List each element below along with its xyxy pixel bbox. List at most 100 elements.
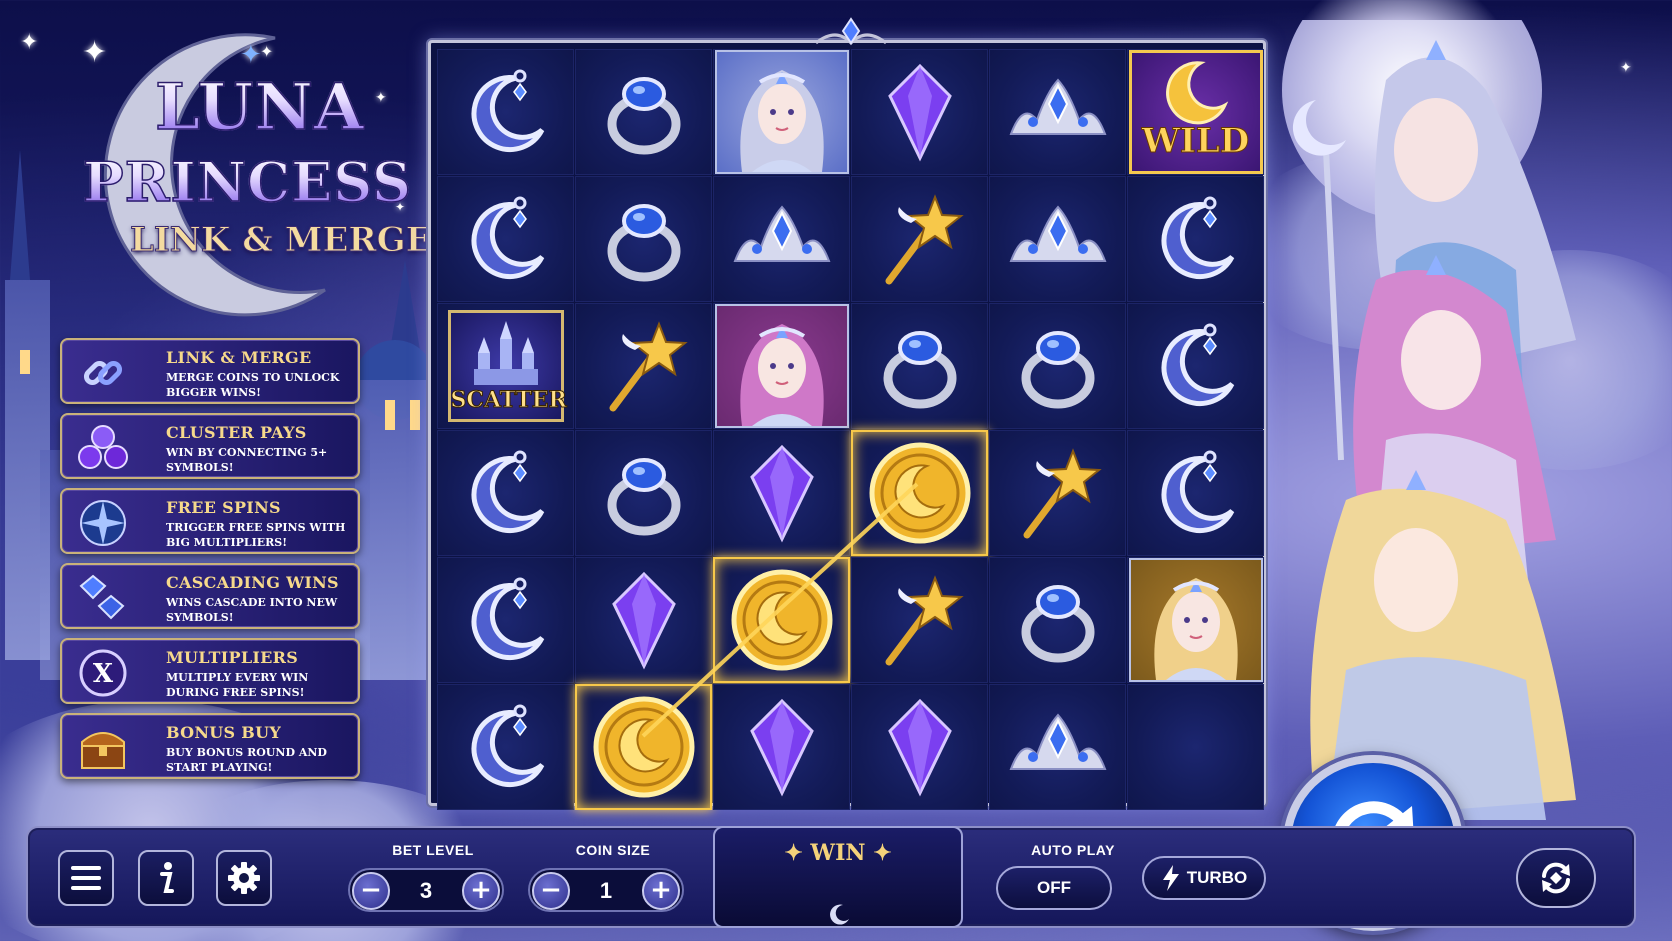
turbo-button[interactable]: TURBO [1142, 856, 1266, 900]
hamburger-icon [71, 866, 101, 890]
crescent-moon-icon [830, 904, 849, 925]
feature-desc: WIN BY CONNECTING 5+ SYMBOLS! [166, 446, 328, 474]
sapphire-ring-icon [607, 77, 680, 155]
win-display: ✦ WIN ✦ [713, 826, 963, 928]
star-wand-icon [1023, 448, 1102, 539]
auto-spin-button[interactable] [1516, 848, 1596, 908]
crescent-moon-symbol-icon [1161, 450, 1234, 533]
autoplay-toggle[interactable]: OFF [996, 866, 1112, 910]
purple-crystal-icon [611, 571, 676, 670]
bet-level-decrease-button[interactable]: − [352, 872, 390, 910]
reel-cell-tiara [989, 49, 1126, 175]
turbo-label: TURBO [1186, 868, 1248, 887]
win-label: ✦ WIN ✦ [784, 840, 892, 866]
reel-cell-moon [437, 176, 574, 302]
tiara-icon [733, 205, 830, 262]
purple-crystal-icon [887, 63, 952, 162]
game-logo: LUNA PRINCESS LINK & MERGE ✦ [55, 20, 432, 320]
bet-level-increase-button[interactable]: + [462, 872, 500, 910]
gear-icon [228, 862, 260, 894]
crescent-moon-symbol-icon [471, 196, 544, 279]
feature-bonus-buy: BONUS BUY BUY BONUS ROUND AND START PLAY… [60, 713, 360, 779]
lightning-icon [1162, 865, 1179, 891]
tiara-icon [1009, 78, 1106, 135]
princess-gold-icon [1128, 558, 1263, 682]
feature-desc: TRIGGER FREE SPINS WITH BIG MULTIPLIERS! [166, 521, 346, 549]
star-wand-icon [885, 575, 964, 666]
wild-symbol: WILD [1128, 50, 1263, 174]
logo-line-1: LUNA [154, 69, 365, 146]
gold-moon-coin-icon [869, 442, 970, 544]
reel-cell-ring [989, 303, 1126, 429]
feature-multipliers: X MULTIPLIERS MULTIPLY EVERY WIN DURING … [60, 638, 360, 704]
settings-button[interactable] [216, 850, 272, 906]
coin-size-decrease-button[interactable]: − [532, 872, 570, 910]
bet-level-stepper: − 3 + [348, 868, 504, 912]
reel-cell-moon [437, 49, 574, 175]
reel-cell-ring [575, 49, 712, 175]
reel-cell-crystal [851, 684, 988, 810]
feature-cluster-pays: CLUSTER PAYS WIN BY CONNECTING 5+ SYMBOL… [60, 413, 360, 479]
coin-size-label: COIN SIZE [575, 842, 651, 858]
scatter-label: SCATTER [450, 387, 567, 414]
star-wand-icon [609, 321, 688, 412]
reel-cell-crystal [713, 430, 850, 556]
gem-star-icon: ✦ [240, 40, 262, 70]
logo-line-2: PRINCESS [82, 149, 413, 215]
autoplay-label: AUTO PLAY [1031, 842, 1115, 858]
feature-desc: WINS CASCADE INTO NEW SYMBOLS! [166, 596, 338, 624]
cascading-gems-icon [76, 571, 130, 625]
reel-cell-wand [851, 557, 988, 683]
bet-level-value: 3 [419, 878, 433, 903]
reel-cell-crystal [575, 557, 712, 683]
reel-cell-moon [437, 684, 574, 810]
reel-cell-wand [989, 430, 1126, 556]
feature-cascading-wins: CASCADING WINS WINS CASCADE INTO NEW SYM… [60, 563, 360, 629]
castle-icon [473, 321, 538, 385]
tiara-icon [1009, 713, 1106, 770]
purple-crystal-icon [887, 698, 952, 797]
control-bar: BET LEVEL − 3 + COIN SIZE − 1 + ✦ WIN ✦ … [26, 826, 1636, 928]
reel-cell-moon [1127, 176, 1264, 302]
crescent-moon-symbol-icon [471, 577, 544, 660]
sapphire-ring-icon [1021, 585, 1094, 663]
sapphire-ring-icon [883, 331, 956, 409]
crescent-moon-symbol-icon [471, 69, 544, 152]
reel-cell-tiara [713, 176, 850, 302]
reel-cell-coin [851, 430, 988, 556]
reel-cell-moon [437, 557, 574, 683]
princess-pink-icon [714, 304, 849, 428]
purple-crystal-icon [749, 444, 814, 543]
gold-moon-coin-icon [731, 569, 832, 671]
reel-cell-tiara [989, 684, 1126, 810]
info-icon [160, 862, 174, 893]
chain-link-icon [76, 346, 130, 400]
gold-moon-coin-icon [593, 696, 694, 798]
sapphire-ring-icon [607, 458, 680, 536]
refresh-icon [1542, 862, 1570, 894]
feature-free-spins: FREE SPINS TRIGGER FREE SPINS WITH BIG M… [60, 488, 360, 554]
sapphire-ring-icon [607, 204, 680, 282]
wild-label: WILD [1141, 121, 1250, 162]
reel-cell-tiara [989, 176, 1126, 302]
treasure-chest-icon [76, 721, 130, 775]
reel-cell-ring [575, 176, 712, 302]
reel-cell-moon [1127, 303, 1264, 429]
feature-title: CLUSTER PAYS [166, 423, 307, 442]
reel-cell-wand [575, 303, 712, 429]
reel-cell-scatter: SCATTER [437, 303, 574, 429]
feature-title: MULTIPLIERS [166, 648, 299, 667]
purple-crystal-icon [749, 698, 814, 797]
coin-size-increase-button[interactable]: + [642, 872, 680, 910]
info-button[interactable] [138, 850, 194, 906]
reel-grid-frame: WILD SCATTER [428, 17, 1266, 810]
reel-cell-moon [437, 430, 574, 556]
compass-star-icon [76, 496, 130, 550]
reel-cell-ring [989, 557, 1126, 683]
crescent-moon-icon [1165, 61, 1228, 125]
feature-desc: MERGE COINS TO UNLOCK BIGGER WINS! [166, 371, 340, 399]
crescent-moon-symbol-icon [1161, 196, 1234, 279]
reel-cell-wand [851, 176, 988, 302]
reel-cell-ring [851, 303, 988, 429]
menu-button[interactable] [58, 850, 114, 906]
